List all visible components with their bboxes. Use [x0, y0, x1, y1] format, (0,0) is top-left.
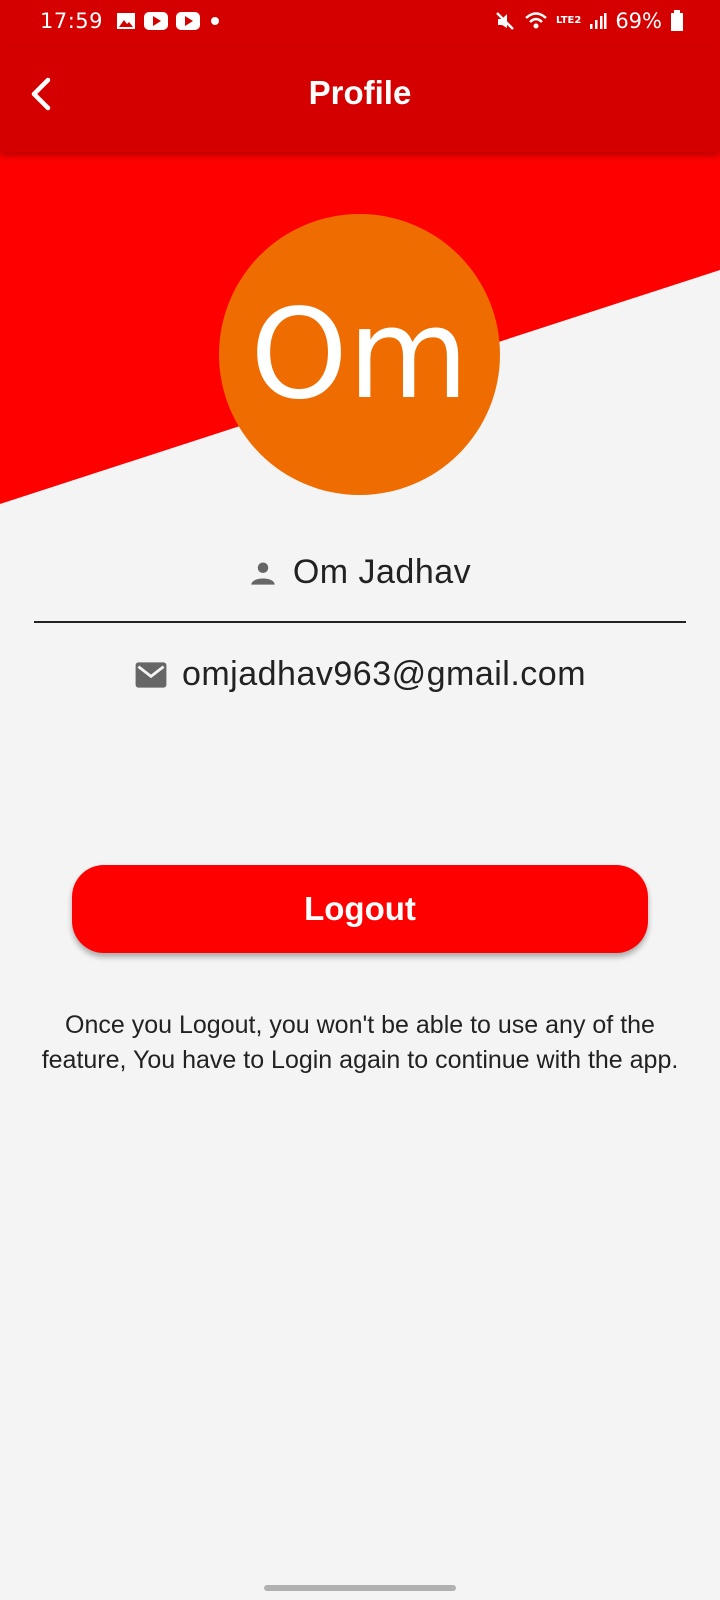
status-bar: 17:59 LTE2 69% — [0, 0, 720, 46]
gallery-icon — [116, 12, 136, 30]
youtube-icon — [144, 12, 168, 30]
battery-icon — [670, 10, 684, 32]
battery-percent: 69% — [615, 9, 662, 33]
name-row: Om Jadhav — [0, 553, 720, 592]
divider — [34, 621, 686, 623]
logout-info-text: Once you Logout, you won't be able to us… — [41, 1011, 679, 1074]
status-time: 17:59 — [40, 9, 104, 33]
email-row: omjadhav963@gmail.com — [0, 655, 720, 694]
status-right: LTE2 69% — [494, 9, 684, 33]
notification-icons — [116, 12, 222, 30]
person-icon — [251, 562, 275, 585]
network-type: LTE2 — [555, 15, 582, 26]
avatar: Om — [219, 214, 500, 495]
mute-icon — [494, 10, 516, 32]
signal-icon — [589, 12, 607, 30]
dot-icon — [208, 12, 222, 30]
youtube-icon — [176, 12, 200, 30]
home-indicator[interactable] — [264, 1585, 456, 1591]
app-bar: Profile — [0, 46, 720, 152]
wifi-icon — [524, 11, 548, 31]
user-email: omjadhav963@gmail.com — [181, 655, 587, 693]
user-name: Om Jadhav — [292, 553, 472, 591]
email-icon — [135, 661, 167, 688]
logout-button[interactable]: Logout — [72, 865, 648, 953]
page-title: Profile — [308, 74, 412, 111]
avatar-initials: Om — [250, 282, 469, 427]
